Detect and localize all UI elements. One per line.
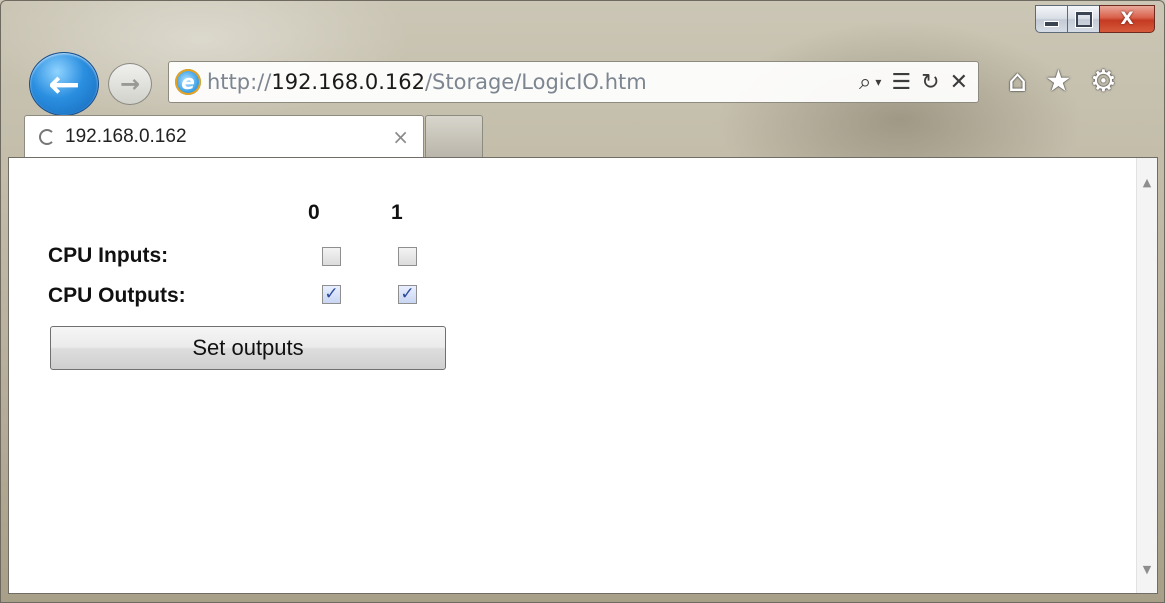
url-host: 192.168.0.162 bbox=[271, 70, 425, 94]
tab-192-168-0-162[interactable]: 192.168.0.162 × bbox=[24, 115, 424, 157]
favorites-icon[interactable]: ★ bbox=[1045, 64, 1072, 99]
dropdown-icon[interactable]: ▾ bbox=[875, 75, 881, 89]
vertical-scrollbar[interactable]: ▲ ▼ bbox=[1136, 158, 1157, 593]
cpu-output-0-checkbox[interactable]: ✓ bbox=[322, 285, 341, 304]
tab-title: 192.168.0.162 bbox=[65, 125, 187, 147]
page-content: 0 1 CPU Inputs: CPU Outputs: ✓ ✓ Set out… bbox=[8, 157, 1158, 594]
column-header-0: 0 bbox=[308, 201, 320, 224]
browser-toolbar: ⌂ ★ ⚙ bbox=[1008, 64, 1117, 99]
cpu-inputs-label: CPU Inputs: bbox=[48, 244, 169, 267]
refresh-icon[interactable]: ↻ bbox=[921, 70, 939, 95]
cpu-output-1-checkbox[interactable]: ✓ bbox=[398, 285, 417, 304]
column-header-1: 1 bbox=[391, 201, 403, 224]
home-icon[interactable]: ⌂ bbox=[1008, 64, 1027, 99]
scroll-up-icon[interactable]: ▲ bbox=[1137, 172, 1157, 192]
loading-icon bbox=[39, 128, 55, 145]
search-icon[interactable]: ⌕ bbox=[859, 70, 871, 95]
close-icon: X bbox=[1120, 9, 1134, 29]
url-text[interactable]: http://192.168.0.162/Storage/LogicIO.htm bbox=[207, 70, 647, 94]
set-outputs-button[interactable]: Set outputs bbox=[50, 326, 446, 370]
new-tab-button[interactable] bbox=[425, 115, 483, 157]
maximize-icon bbox=[1075, 11, 1092, 27]
ie-page-icon: e bbox=[175, 69, 201, 95]
back-arrow-icon: ← bbox=[48, 62, 80, 106]
settings-icon[interactable]: ⚙ bbox=[1090, 64, 1117, 99]
minimize-button[interactable] bbox=[1035, 5, 1067, 33]
address-bar[interactable]: e http://192.168.0.162/Storage/LogicIO.h… bbox=[168, 61, 979, 103]
scroll-down-icon[interactable]: ▼ bbox=[1137, 559, 1157, 579]
window-caption-buttons: X bbox=[1035, 5, 1155, 33]
cpu-input-0-checkbox[interactable] bbox=[322, 247, 341, 266]
stop-icon[interactable]: ✕ bbox=[950, 70, 968, 95]
address-bar-icons: ⌕ ▾ ☰ ↻ ✕ bbox=[859, 70, 968, 95]
tab-close-icon[interactable]: × bbox=[392, 125, 409, 149]
compatibility-icon[interactable]: ☰ bbox=[891, 70, 911, 95]
forward-arrow-icon: → bbox=[119, 70, 141, 98]
close-window-button[interactable]: X bbox=[1099, 5, 1155, 33]
cpu-outputs-label: CPU Outputs: bbox=[48, 284, 186, 307]
maximize-button[interactable] bbox=[1067, 5, 1099, 33]
minimize-icon bbox=[1044, 21, 1059, 27]
url-scheme: http:// bbox=[207, 70, 272, 94]
cpu-input-1-checkbox[interactable] bbox=[398, 247, 417, 266]
back-button[interactable]: ← bbox=[29, 52, 99, 116]
url-path: /Storage/LogicIO.htm bbox=[424, 70, 647, 94]
forward-button[interactable]: → bbox=[108, 63, 152, 105]
